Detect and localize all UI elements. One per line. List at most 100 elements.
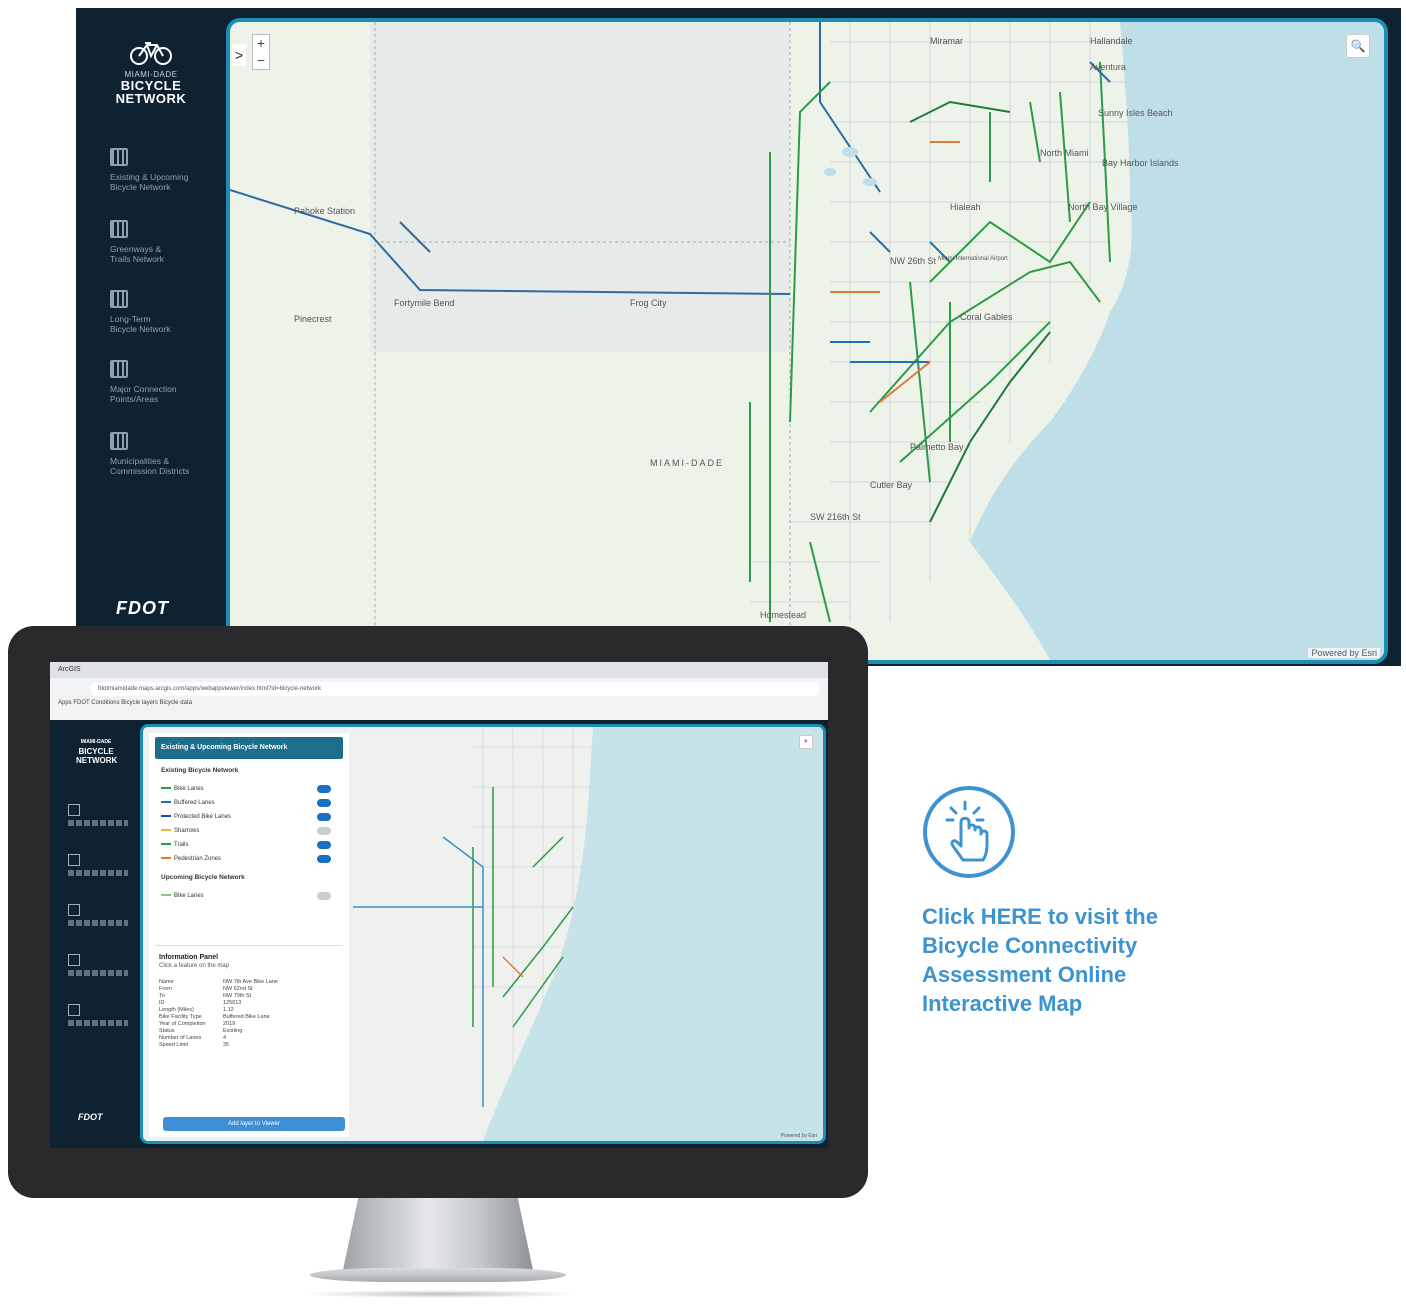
nav-existing-upcoming[interactable]: Existing & Upcoming Bicycle Network xyxy=(110,148,220,192)
leaf-icon xyxy=(110,220,128,238)
legend-swatch xyxy=(161,815,171,818)
layer-row[interactable]: Protected Bike Lanes xyxy=(161,810,337,824)
map-label: Sunny Isles Beach xyxy=(1098,108,1173,118)
layer-row[interactable]: Trails xyxy=(161,838,337,852)
info-value: 35 xyxy=(223,1042,230,1048)
info-key: Speed Limit xyxy=(159,1042,189,1048)
map-label: Palmetto Bay xyxy=(910,442,964,452)
tap-hand-icon[interactable] xyxy=(921,784,1017,880)
nav-greenways-trails[interactable]: Greenways & Trails Network xyxy=(110,220,220,264)
info-row: Year of Completion 2019 xyxy=(159,1021,339,1028)
info-value: NW 79th St xyxy=(223,993,252,999)
layer-label: Bike Lanes xyxy=(174,893,204,899)
browser-tab[interactable]: ArcGIS xyxy=(50,662,828,678)
zoom-control: + − xyxy=(252,34,270,70)
map-label: North Bay Village xyxy=(1068,202,1138,212)
mini-logo-line: MIAMI-DADE xyxy=(80,739,112,745)
app-screenshot: MIAMI-DADE BICYCLE NETWORK Existing & Up… xyxy=(76,8,1401,666)
info-value: 1.12 xyxy=(223,1007,234,1013)
app-logo[interactable]: MIAMI-DADE BICYCLE NETWORK xyxy=(106,40,196,105)
route-icon[interactable] xyxy=(68,954,80,966)
visit-map-link[interactable]: Click HERE to visit the Bicycle Connecti… xyxy=(922,902,1212,1018)
info-key: Year of Completion xyxy=(159,1021,206,1027)
mini-logo-line: BICYCLE xyxy=(78,747,114,756)
panel-subtitle: Existing Bicycle Network xyxy=(161,767,239,774)
layer-label: Sharrows xyxy=(174,828,200,834)
map-label: Miami International Airport xyxy=(938,256,1008,262)
nav-label: Municipalities & Commission Districts xyxy=(110,456,190,476)
nav-long-term[interactable]: Long-Term Bicycle Network xyxy=(110,290,220,334)
sidebar: MIAMI-DADE BICYCLE NETWORK Existing & Up… xyxy=(76,8,226,666)
map-label: Miramar xyxy=(930,36,963,46)
mini-sidebar: MIAMI-DADE BICYCLE NETWORK FDOT xyxy=(50,720,134,1148)
map-label: Coral Gables xyxy=(960,312,1013,322)
info-value: 2019 xyxy=(223,1021,236,1027)
boundary-icon[interactable] xyxy=(68,1004,80,1016)
boundary-icon xyxy=(110,432,128,450)
info-row: Bike Facility Type Buffered Bike Lane xyxy=(159,1014,339,1021)
info-key: Number of Lanes xyxy=(159,1035,202,1041)
logo-line-3: NETWORK xyxy=(115,91,187,106)
search-button[interactable]: 🔍 xyxy=(1346,34,1370,58)
nav-municipalities[interactable]: Municipalities & Commission Districts xyxy=(110,432,220,476)
grid-map-icon[interactable] xyxy=(68,904,80,916)
map-label: North Miami xyxy=(1040,148,1089,158)
layer-label: Pedestrian Zones xyxy=(174,856,222,862)
expand-panel-button[interactable]: > xyxy=(232,44,246,66)
info-key: Status xyxy=(159,1028,175,1034)
layer-row[interactable]: Pedestrian Zones xyxy=(161,852,337,866)
map-label: Fortymile Bend xyxy=(394,298,455,308)
info-attributes: Name NW 7th Ave Bike Lane From NW 62nd St To… xyxy=(155,979,343,1049)
zoom-out-button[interactable]: − xyxy=(253,52,269,69)
mini-fdot-logo: FDOT xyxy=(78,1112,103,1122)
layer-row[interactable]: Bike Lanes xyxy=(161,782,337,796)
layer-row[interactable]: Buffered Lanes xyxy=(161,796,337,810)
nav-label-placeholder xyxy=(68,1020,128,1026)
info-key: Length (Miles) xyxy=(159,1007,194,1013)
mini-logo: MIAMI-DADE BICYCLE NETWORK xyxy=(76,738,118,765)
layer-row[interactable]: Bike Lanes xyxy=(161,889,337,903)
map-label: MIAMI-DADE xyxy=(650,458,724,468)
nav-major-connection[interactable]: Major Connection Points/Areas xyxy=(110,360,220,404)
mini-logo-line: NETWORK xyxy=(76,756,118,765)
monitor-screen: ArcGIS fdotmiamidade.maps.arcgis.com/app… xyxy=(50,662,828,1148)
add-layer-button[interactable]: Add layer to Viewer xyxy=(163,1117,345,1131)
bicycle-icon xyxy=(130,42,172,65)
map-canvas[interactable] xyxy=(230,22,1384,660)
legend-swatch xyxy=(161,843,171,846)
layer-toggle[interactable] xyxy=(317,827,331,835)
zoom-in-button[interactable]: + xyxy=(253,35,269,52)
legend-swatch xyxy=(161,857,171,860)
upcoming-subtitle: Upcoming Bicycle Network xyxy=(161,874,245,881)
layer-toggle[interactable] xyxy=(317,855,331,863)
map-label: Pinecrest xyxy=(294,314,332,324)
layer-toggle[interactable] xyxy=(317,841,331,849)
leaf-icon[interactable] xyxy=(68,854,80,866)
info-key: ID xyxy=(159,1000,165,1006)
layer-toggle[interactable] xyxy=(317,892,331,900)
info-row: Length (Miles) 1.12 xyxy=(159,1007,339,1014)
layer-panel: Existing & Upcoming Bicycle Network Exis… xyxy=(149,733,349,1137)
info-key: Name xyxy=(159,979,174,985)
map-view[interactable]: Miramar Hallandale North Miami Hialeah C… xyxy=(226,18,1388,664)
search-icon[interactable]: ⌕ xyxy=(799,735,813,749)
bookmarks-bar[interactable]: Apps FDOT Conditions Bicycle layers Bicy… xyxy=(50,696,828,710)
map-attribution: Powered by Esri xyxy=(1308,648,1380,658)
map-label: Aventura xyxy=(1090,62,1126,72)
monitor-frame: ArcGIS fdotmiamidade.maps.arcgis.com/app… xyxy=(8,626,868,1198)
nav-label-placeholder xyxy=(68,820,128,826)
grid-map-icon[interactable] xyxy=(68,804,80,816)
mini-map-view[interactable]: Existing & Upcoming Bicycle Network Exis… xyxy=(140,724,826,1144)
layer-label: Buffered Lanes xyxy=(174,800,215,806)
url-bar[interactable]: fdotmiamidade.maps.arcgis.com/apps/webap… xyxy=(90,682,820,696)
map-label: Homestead xyxy=(760,610,807,620)
layer-toggle[interactable] xyxy=(317,785,331,793)
layer-row[interactable]: Sharrows xyxy=(161,824,337,838)
panel-title: Existing & Upcoming Bicycle Network xyxy=(155,737,343,759)
info-title: Information Panel xyxy=(159,954,219,961)
layer-toggle[interactable] xyxy=(317,799,331,807)
layer-toggle[interactable] xyxy=(317,813,331,821)
nav-label: Major Connection Points/Areas xyxy=(110,384,177,404)
nav-label: Existing & Upcoming Bicycle Network xyxy=(110,172,189,192)
info-key: From xyxy=(159,986,172,992)
